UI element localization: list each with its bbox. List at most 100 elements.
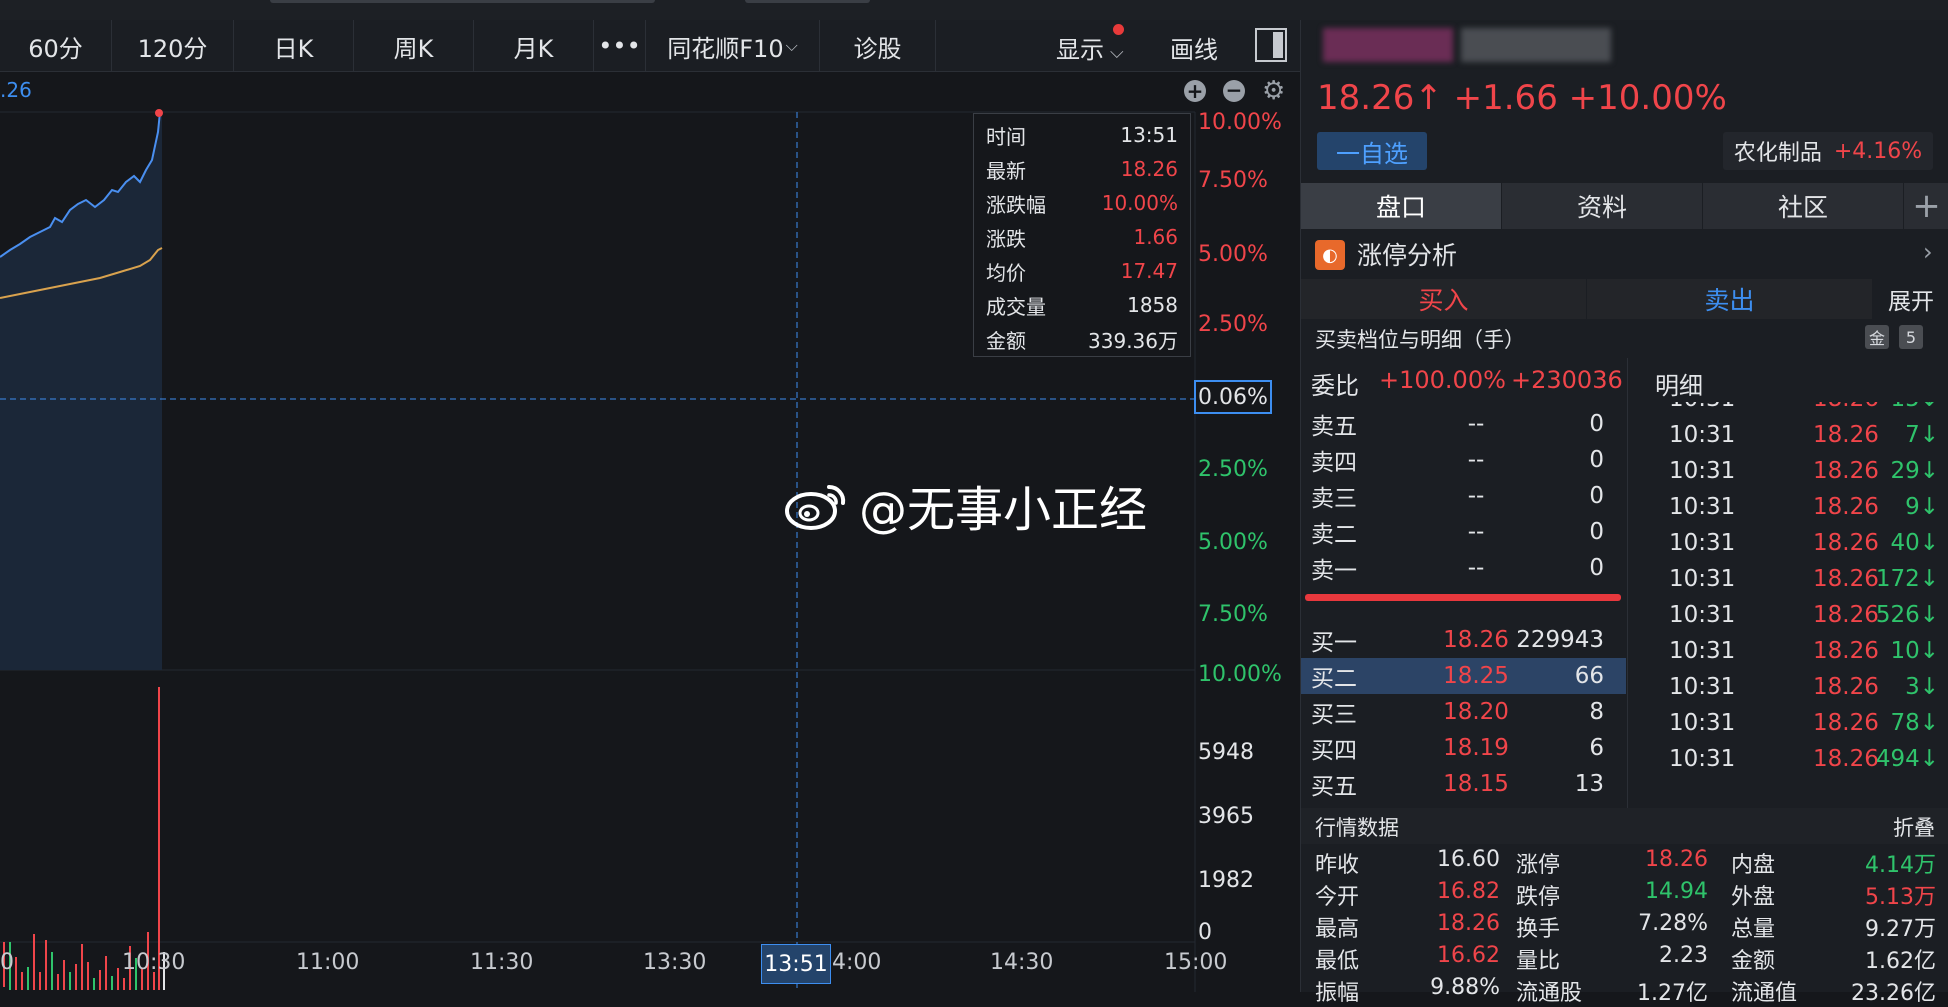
tab-daily-k[interactable]: 日K [234,20,354,72]
zoom-in-icon[interactable]: + [1184,80,1206,102]
market-stat-label: 涨停 [1516,853,1561,878]
tooltip-key: 均价 [986,260,1026,285]
market-stat-value: 16.60 [1437,847,1500,872]
chevron-down-icon: ⌵ [1110,42,1124,63]
tab-community[interactable]: 社区 [1703,183,1903,229]
tick-price: 18.26 [1813,530,1879,556]
tab-f10[interactable]: 同花顺F10 ⌵ [646,20,820,72]
tooltip-value: 13:51 [1120,123,1178,147]
tooltip-row: 涨跌幅 10.00% [986,186,1178,220]
tick-volume: 172↓ [1875,566,1939,592]
tab-label: 月K [513,34,554,63]
tab-profile[interactable]: 资料 [1502,183,1702,229]
tick-volume: 7↓ [1905,422,1939,448]
current-price: 18.26↑ +1.66 +10.00% [1317,78,1727,118]
draw-line-button[interactable]: 画线 [1170,30,1218,65]
settings-gear-icon[interactable]: ⚙ [1262,76,1285,106]
y-label-pct: 10.00% [1198,662,1282,687]
gold-badge[interactable]: 金 [1865,325,1889,349]
sell-label: 卖出 [1704,286,1755,315]
watchlist-button[interactable]: 一自选 [1317,132,1427,170]
chart-top-left-value: .26 [0,78,32,102]
tick-list[interactable]: 10:3118.2615↓10:3118.267↓10:3118.2629↓10… [1301,402,1948,806]
top-scroll-indicator-2 [745,0,870,3]
limit-up-analysis-icon: ◐ [1315,240,1345,270]
market-data-title: 行情数据 [1315,816,1399,840]
tab-monthly-k[interactable]: 月K [474,20,594,72]
quote-panel: 18.26↑ +1.66 +10.00% 一自选 农化制品 +4.16% 盘口 … [1300,20,1948,1006]
weibi-label: 委比 [1311,372,1359,400]
show-menu[interactable]: 显示 ⌵ [1056,30,1124,65]
sector-change: +4.16% [1833,138,1923,164]
tab-label: 诊股 [853,34,902,63]
market-stat-label: 外盘 [1731,885,1776,910]
stock-code-blurred [1461,28,1611,62]
market-stat-value: 9.88% [1430,975,1500,1000]
tick-volume: 526↓ [1875,602,1939,628]
tick-price: 18.26 [1813,566,1879,592]
market-stat-label: 量比 [1516,949,1561,974]
tick-volume: 10↓ [1890,638,1939,664]
collapse-button[interactable]: 折叠 [1893,812,1935,842]
tick-volume: 494↓ [1875,746,1939,772]
tick-row: 10:31 18.26 78↓ [1639,706,1948,742]
market-stat-value: 7.28% [1638,911,1708,936]
volume-label: 3965 [1198,804,1254,829]
detail-label: 明细 [1655,372,1703,400]
volume-label: 5948 [1198,740,1254,765]
tab-label: 60分 [28,34,83,63]
tick-time: 10:31 [1669,494,1736,520]
tab-120min[interactable]: 120分 [112,20,234,72]
watermark-text: @无事小正经 [859,482,1148,538]
tooltip-key: 金额 [986,328,1026,353]
market-stat-value: 1.62亿 [1865,949,1936,974]
tab-label: 盘口 [1375,193,1426,222]
expand-button[interactable]: 展开 [1873,279,1948,319]
tab-label: 周K [393,34,434,63]
add-tab-plus-icon[interactable]: + [1904,183,1948,229]
buy-tab[interactable]: 买入 [1301,279,1586,319]
tick-time: 10:31 [1669,710,1736,736]
level-five-badge[interactable]: 5 [1899,325,1923,349]
market-stat-label: 最低 [1315,949,1360,974]
expand-label: 展开 [1888,289,1934,315]
sell-tab[interactable]: 卖出 [1587,279,1872,319]
panel-toggle-icon[interactable] [1255,28,1287,62]
x-label-time: 14:30 [990,950,1054,975]
tick-price: 18.26 [1813,674,1879,700]
watermark: @无事小正经 [785,470,1147,540]
tooltip-key: 最新 [986,158,1026,183]
tick-time: 10:31 [1669,422,1736,448]
y-label-pct: 5.00% [1198,530,1268,555]
tick-volume: 9↓ [1905,494,1939,520]
tab-label: 资料 [1576,193,1627,222]
tooltip-key: 成交量 [986,294,1046,319]
intraday-chart[interactable]: .26 + − ⚙ 10.00% 7.50% 5.00% 2.50% 2.50%… [0,72,1300,992]
crosshair-pct-box: 0.06% [1194,380,1272,414]
tick-price: 18.26 [1813,422,1879,448]
tooltip-value: 1.66 [1133,225,1178,249]
tab-label: 日K [273,34,314,63]
zoom-out-icon[interactable]: − [1223,80,1245,102]
chevron-right-icon[interactable]: › [1923,238,1933,266]
tick-row: 10:31 18.26 526↓ [1639,598,1948,634]
tick-row: 10:31 18.26 10↓ [1639,634,1948,670]
volume-label: 1982 [1198,868,1254,893]
y-label-pct: 10.00% [1198,110,1282,135]
limit-up-analysis-link[interactable]: 涨停分析 [1357,236,1457,272]
tab-diagnose[interactable]: 诊股 [820,20,936,72]
weibi-pct: +100.00% [1379,366,1506,394]
tab-60min[interactable]: 60分 [0,20,112,72]
window-top-strip [0,0,1948,20]
tick-time: 10:31 [1669,402,1735,412]
tick-time: 10:31 [1669,602,1736,628]
tick-time: 10:31 [1669,566,1736,592]
market-stat-value: 4.14万 [1865,853,1936,878]
tab-weekly-k[interactable]: 周K [354,20,474,72]
tick-price: 18.26 [1813,710,1879,736]
tooltip-value: 18.26 [1120,157,1178,181]
sector-badge[interactable]: 农化制品 +4.16% [1723,132,1933,170]
y-label-pct: 5.00% [1198,242,1268,267]
tab-orderbook[interactable]: 盘口 [1301,183,1501,229]
more-button[interactable]: ••• [594,20,646,72]
